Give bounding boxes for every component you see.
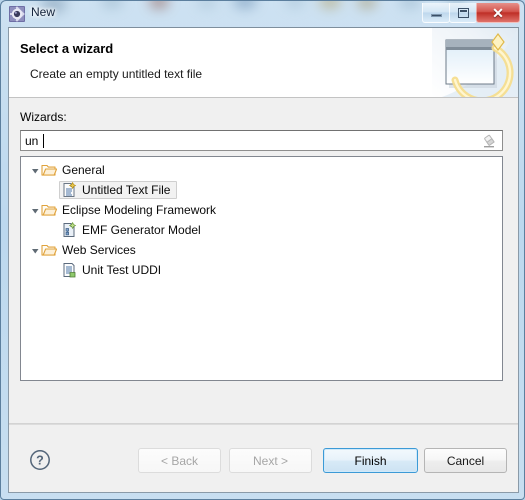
tree-node-label: Web Services <box>62 243 136 257</box>
page-title: Select a wizard <box>20 41 114 56</box>
back-button[interactable]: < Back <box>138 448 221 473</box>
new-emf-genmodel-icon <box>61 222 77 238</box>
wizard-header: Select a wizard Create an empty untitled… <box>9 28 518 98</box>
wizard-tree[interactable]: General Untitled Text File Eclipse Model… <box>20 156 503 381</box>
tree-node-label: Eclipse Modeling Framework <box>62 203 217 217</box>
open-folder-icon <box>41 202 57 218</box>
tree-item-label: Untitled Text File <box>82 183 171 197</box>
next-button[interactable]: Next > <box>229 448 312 473</box>
minimize-icon <box>430 14 442 17</box>
window-controls: ✕ <box>422 3 520 23</box>
dialog-window: New ✕ Select a wizard Create an empty un… <box>0 0 525 500</box>
tree-node-eclipse-modeling-framework[interactable]: Eclipse Modeling Framework <box>21 200 502 220</box>
help-question-icon[interactable]: ? <box>29 449 51 471</box>
cancel-button[interactable]: Cancel <box>424 448 507 473</box>
clear-eraser-icon[interactable] <box>482 134 497 149</box>
wizard-banner-icon <box>432 28 518 97</box>
page-description: Create an empty untitled text file <box>30 67 203 81</box>
new-text-file-icon <box>61 182 77 198</box>
wizards-label: Wizards: <box>20 110 67 124</box>
open-folder-icon <box>41 242 57 258</box>
tree-item-label: EMF Generator Model <box>82 223 201 237</box>
title-bar[interactable]: New ✕ <box>1 1 524 27</box>
tree-item-label: Unit Test UDDI <box>82 263 162 277</box>
expand-twisty-icon[interactable] <box>29 200 41 220</box>
tree-node-general[interactable]: General <box>21 160 502 180</box>
tree-node-label: General <box>62 163 105 177</box>
text-caret <box>43 134 44 148</box>
tree-item-unit-test-uddi[interactable]: Unit Test UDDI <box>21 260 502 280</box>
filter-input-value: un <box>25 134 39 148</box>
tree-item-emf-generator-model[interactable]: EMF Generator Model <box>21 220 502 240</box>
close-button[interactable]: ✕ <box>476 3 520 23</box>
unit-test-uddi-icon <box>61 262 77 278</box>
wizard-body: Wizards: un General Untitled Text File E… <box>9 98 518 424</box>
maximize-button[interactable] <box>449 3 477 23</box>
expand-twisty-icon[interactable] <box>29 240 41 260</box>
selection-highlight: Untitled Text File <box>59 181 178 199</box>
close-icon: ✕ <box>492 4 504 21</box>
finish-button[interactable]: Finish <box>323 448 418 473</box>
dialog-client-area: Select a wizard Create an empty untitled… <box>8 27 519 493</box>
maximize-icon <box>457 7 469 18</box>
open-folder-icon <box>41 162 57 178</box>
wizard-filter-input[interactable]: un <box>20 130 503 151</box>
dialog-button-bar: ? < Back Next > Finish Cancel <box>9 424 518 492</box>
svg-text:?: ? <box>36 454 44 468</box>
tree-item-untitled-text-file[interactable]: Untitled Text File <box>21 180 502 200</box>
screen: New ✕ Select a wizard Create an empty un… <box>0 0 525 500</box>
eclipse-new-gear-icon <box>9 6 25 22</box>
minimize-button[interactable] <box>422 3 450 23</box>
tree-node-web-services[interactable]: Web Services <box>21 240 502 260</box>
window-title: New <box>31 5 56 19</box>
expand-twisty-icon[interactable] <box>29 160 41 180</box>
